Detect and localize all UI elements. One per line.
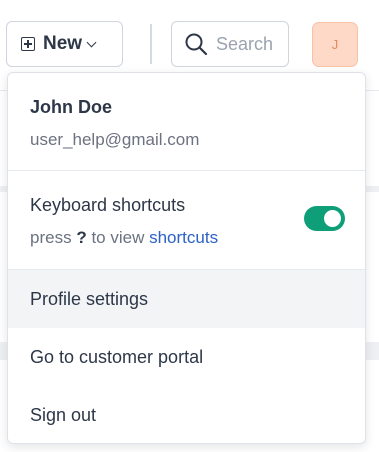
shortcuts-link[interactable]: shortcuts xyxy=(149,228,218,247)
sign-out-item[interactable]: Sign out xyxy=(8,386,365,443)
user-dropdown-menu: John Doe user_help@gmail.com Keyboard sh… xyxy=(7,72,366,444)
keyboard-shortcuts-toggle[interactable] xyxy=(304,206,345,231)
search-input[interactable] xyxy=(216,33,292,55)
avatar-initial: J xyxy=(331,37,339,52)
user-info: John Doe user_help@gmail.com xyxy=(8,73,365,171)
user-name: John Doe xyxy=(30,97,113,117)
shortcut-key: ? xyxy=(76,228,87,247)
user-email: user_help@gmail.com xyxy=(30,130,200,149)
app-screen: New J John Doe user_help@gmail.com Keybo… xyxy=(0,0,379,452)
toggle-knob xyxy=(324,210,341,227)
search-icon xyxy=(184,32,208,56)
hint-middle: to view xyxy=(91,228,145,247)
toolbar-separator xyxy=(150,24,152,64)
chevron-down-icon xyxy=(86,37,97,47)
search-box[interactable] xyxy=(171,21,292,67)
customer-portal-item[interactable]: Go to customer portal xyxy=(8,328,365,386)
new-button[interactable]: New xyxy=(6,21,123,67)
background-row xyxy=(365,342,379,360)
new-button-label: New xyxy=(43,33,83,54)
profile-settings-item[interactable]: Profile settings xyxy=(8,270,365,328)
shortcuts-hint: press ? to view shortcuts xyxy=(30,228,365,248)
plus-square-icon xyxy=(21,37,35,51)
avatar[interactable]: J xyxy=(312,22,358,67)
keyboard-shortcuts-section: Keyboard shortcuts press ? to view short… xyxy=(8,171,365,270)
background-row xyxy=(365,186,379,192)
hint-prefix: press xyxy=(30,228,72,247)
